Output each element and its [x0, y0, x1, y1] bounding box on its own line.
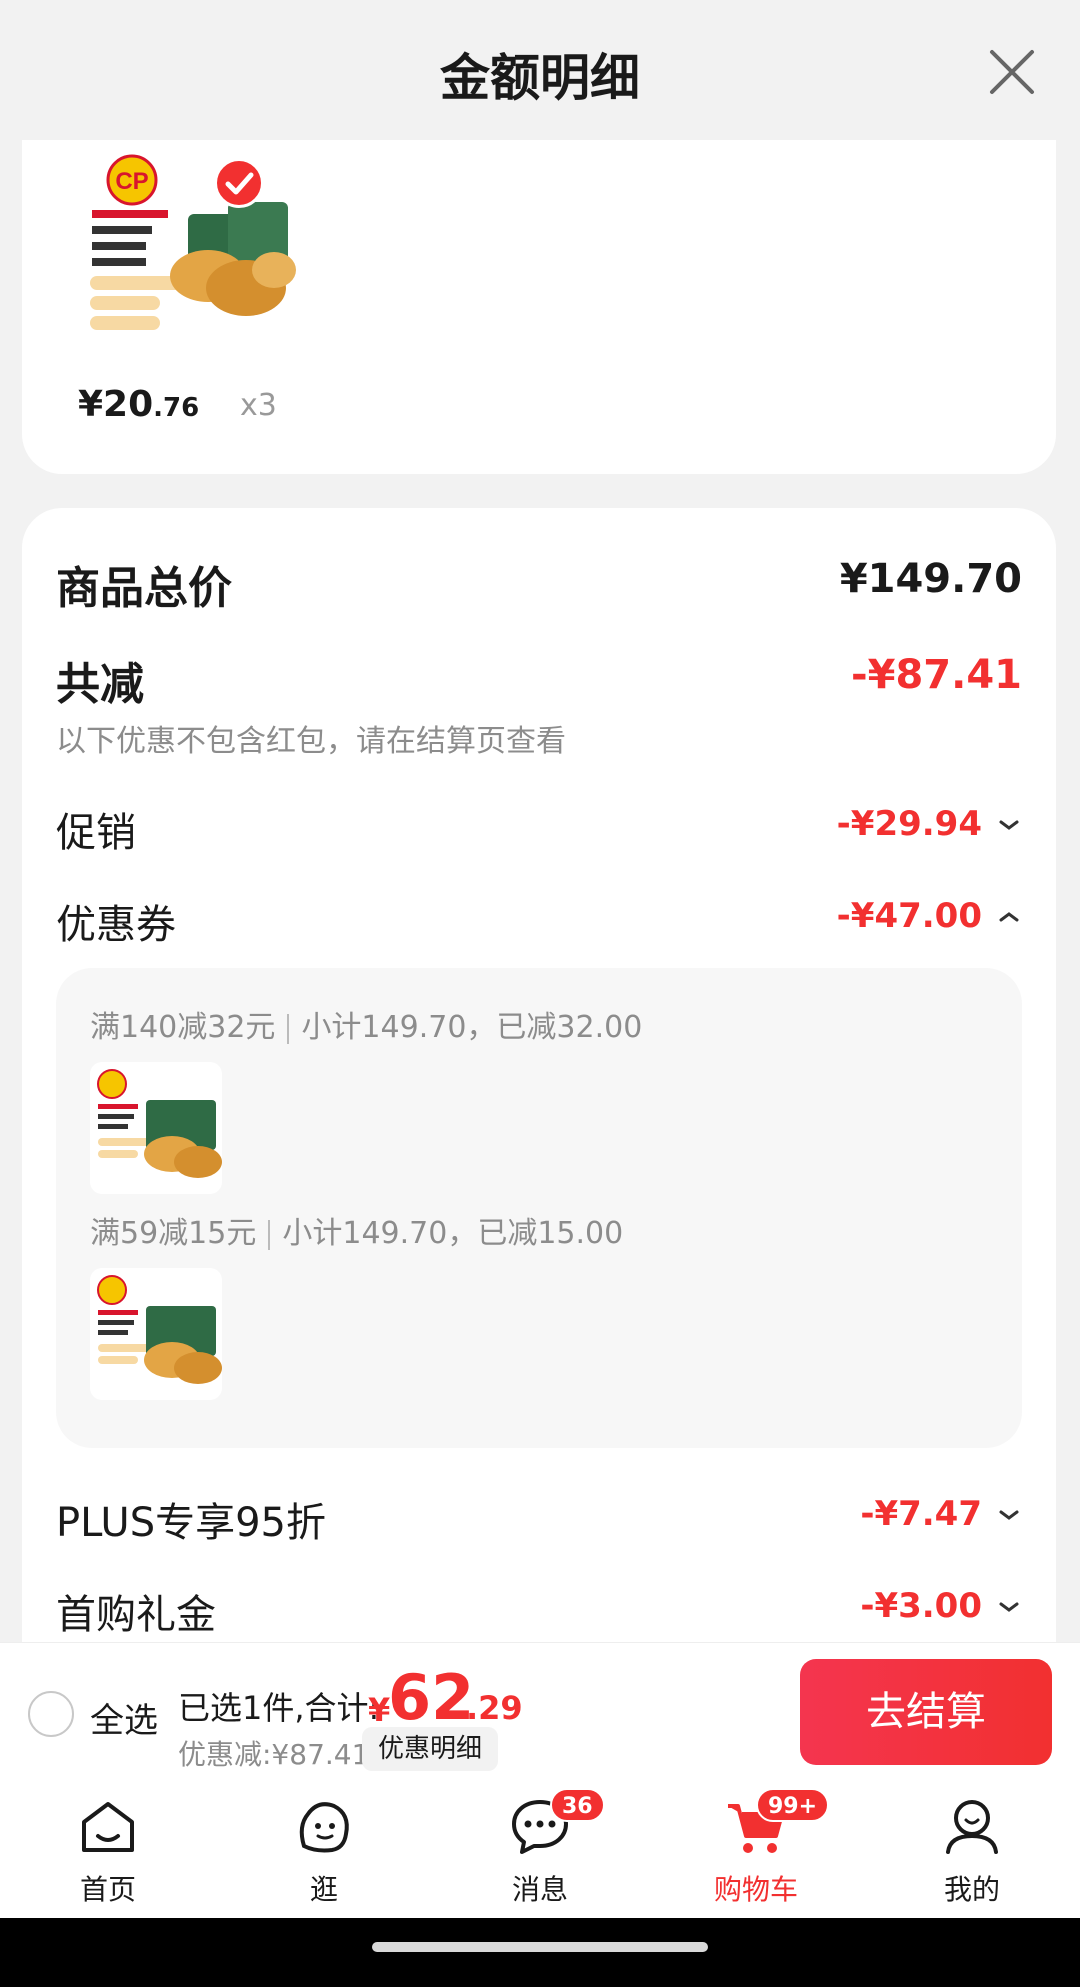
amount-detail-card: 商品总价 ¥149.70 共减 -¥87.41 以下优惠不包含红包，请在结算页查…	[22, 508, 1056, 1648]
coupon-product-thumb-2	[90, 1268, 222, 1400]
chevron-down-icon[interactable]	[996, 1596, 1022, 1618]
unit-price: ¥20.76	[78, 384, 200, 425]
total-currency: ¥	[368, 1691, 391, 1729]
select-all-label[interactable]: 全选	[90, 1693, 158, 1742]
tab-messages-label: 消息	[511, 1873, 568, 1906]
total-row: 商品总价 ¥149.70	[56, 552, 1022, 614]
tab-profile[interactable]: 我的	[864, 1782, 1080, 1918]
sheet-header: 金额明细	[0, 0, 1080, 140]
plus-row[interactable]: PLUS专享95折 -¥7.47	[56, 1490, 1022, 1550]
tab-cart[interactable]: 99+ 购物车	[648, 1782, 864, 1918]
select-all-radio[interactable]	[28, 1691, 74, 1737]
chevron-down-icon[interactable]	[996, 1504, 1022, 1526]
selected-check-icon[interactable]	[214, 158, 264, 208]
coupon-row[interactable]: 优惠券 -¥47.00	[56, 892, 1022, 952]
checkout-bar: 全选 已选1件,合计: ¥ 62 .29 优惠减:¥87.41 优惠明细 去结算	[0, 1642, 1080, 1782]
reduce-value: -¥87.41	[851, 652, 1022, 698]
explore-icon	[299, 1802, 349, 1853]
first-purchase-value: -¥3.00	[860, 1586, 982, 1626]
promo-label: 促销	[56, 810, 136, 856]
coupon-detail-panel: 满140减32元 小计149.70，已减32.00 满59减15元 小计149.70…	[56, 968, 1022, 1448]
close-icon[interactable]	[984, 44, 1040, 100]
total-label: 商品总价	[56, 563, 232, 614]
plus-label: PLUS专享95折	[56, 1500, 326, 1546]
tab-messages[interactable]: 36 消息	[432, 1782, 648, 1918]
discount-summary: 优惠减:¥87.41	[178, 1738, 370, 1771]
tab-home[interactable]: 首页	[0, 1782, 216, 1918]
first-purchase-row[interactable]: 首购礼金 -¥3.00	[56, 1582, 1022, 1642]
reduce-note: 以下优惠不包含红包，请在结算页查看	[56, 724, 566, 759]
coupon-value: -¥47.00	[836, 896, 982, 936]
plus-value: -¥7.47	[860, 1494, 982, 1534]
chevron-down-icon[interactable]	[996, 814, 1022, 836]
reduce-label: 共减	[56, 659, 144, 710]
cart-badge: 99+	[756, 1788, 830, 1822]
home-icon	[82, 1802, 134, 1852]
quantity: x3	[240, 388, 277, 423]
total-decimal: .29	[466, 1689, 523, 1727]
coupon-line-2: 满59减15元 小计149.70，已减15.00	[90, 1216, 624, 1251]
coupon-label: 优惠券	[56, 902, 176, 948]
first-purchase-label: 首购礼金	[56, 1592, 216, 1638]
coupon-product-thumb-1	[90, 1062, 222, 1194]
total-integer: 62	[388, 1661, 475, 1734]
selected-count-label: 已选1件,合计:	[178, 1689, 380, 1727]
checkout-button[interactable]: 去结算	[800, 1659, 1052, 1765]
tab-cart-label: 购物车	[713, 1873, 798, 1906]
product-image[interactable]: CP	[78, 148, 298, 376]
tab-home-label: 首页	[79, 1873, 136, 1906]
tab-explore-label: 逛	[309, 1873, 338, 1906]
promo-value: -¥29.94	[836, 804, 982, 844]
product-card: CP ¥20.76 x3	[22, 140, 1056, 474]
brand-logo-text: CP	[115, 168, 148, 195]
message-badge: 36	[550, 1788, 605, 1822]
tab-profile-label: 我的	[943, 1873, 1000, 1906]
bottom-tab-bar: 首页 逛 36 消息 99+ 购物车 我的	[0, 1782, 1080, 1918]
sheet-title: 金额明细	[440, 49, 640, 107]
discount-detail-button[interactable]: 优惠明细	[362, 1727, 499, 1771]
coupon-line-1: 满140减32元 小计149.70，已减32.00	[90, 1010, 643, 1045]
tab-explore[interactable]: 逛	[216, 1782, 432, 1918]
system-nav-bar	[0, 1918, 1080, 1987]
promo-row[interactable]: 促销 -¥29.94	[56, 800, 1022, 860]
home-indicator[interactable]	[372, 1942, 708, 1952]
total-value: ¥149.70	[839, 556, 1022, 602]
chevron-up-icon[interactable]	[996, 906, 1022, 928]
profile-icon	[946, 1800, 998, 1854]
reduce-row: 共减 -¥87.41	[56, 648, 1022, 710]
